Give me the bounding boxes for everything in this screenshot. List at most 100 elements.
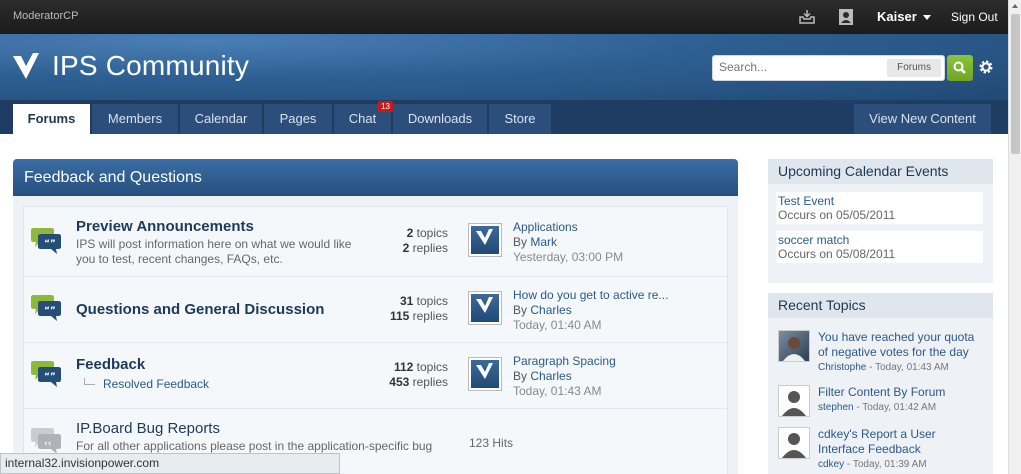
default-avatar-icon	[782, 433, 806, 458]
search-button[interactable]	[947, 55, 973, 81]
last-post-title-link[interactable]: Applications	[513, 220, 623, 235]
sign-out-link[interactable]: Sign Out	[951, 10, 998, 24]
block-header: Recent Topics	[768, 293, 993, 318]
topic-item: Filter Content By Forum stephen - Today,…	[776, 385, 986, 421]
author-link[interactable]: Charles	[530, 303, 571, 317]
avatar[interactable]: Charles	[468, 357, 522, 391]
replies-label: replies	[412, 309, 448, 323]
category-body: “” Preview Announcements IPS will post i…	[13, 196, 738, 474]
topic-title-link[interactable]: cdkey's Report a User Interface Feedback	[818, 427, 936, 456]
svg-text:‹‹: ‹‹	[44, 439, 51, 449]
forum-bubble-icon: “”	[31, 361, 61, 387]
main-nav: Forums Members Calendar Pages Chat 13 Dow…	[0, 100, 1008, 134]
reply-count: 2	[402, 241, 410, 255]
last-post-author: By Charles	[513, 369, 616, 384]
view-new-content-label: View New Content	[869, 111, 976, 126]
topic-title-link[interactable]: Filter Content By Forum	[818, 385, 945, 399]
forum-list: “” Preview Announcements IPS will post i…	[23, 206, 728, 474]
event-item: soccer match Occurs on 05/08/2011	[776, 231, 983, 263]
reply-count: 115	[389, 309, 410, 323]
vertical-scrollbar[interactable]	[1008, 0, 1021, 474]
last-post-info: Applications By Mark Yesterday, 03:00 PM	[513, 220, 623, 265]
forum-stats: 2 topics 2 replies	[354, 226, 448, 256]
tab-calendar[interactable]: Calendar	[180, 104, 262, 134]
topic-title-link[interactable]: You have reached your quota of negative …	[818, 330, 974, 359]
forum-title-link[interactable]: Feedback	[76, 356, 145, 373]
topic-time: - Today, 01:43 AM	[869, 362, 949, 373]
forum-description: For all other applications please post i…	[76, 439, 433, 453]
event-title-link[interactable]: Test Event	[778, 194, 981, 208]
subforum-link[interactable]: Resolved Feedback	[84, 377, 209, 391]
search-icon	[953, 61, 966, 74]
topic-item: cdkey's Report a User Interface Feedback…	[776, 427, 986, 471]
category-title: Feedback and Questions	[24, 169, 202, 186]
tab-store[interactable]: Store	[489, 104, 551, 134]
topic-count: 31	[399, 294, 414, 308]
moderator-cp-link[interactable]: ModeratorCP	[13, 10, 78, 22]
tab-pages[interactable]: Pages	[264, 104, 332, 134]
forum-title-link[interactable]: Questions and General Discussion	[76, 301, 324, 318]
tab-label: Downloads	[407, 111, 473, 126]
topic-meta: stephen - Today, 01:42 AM	[818, 400, 984, 415]
gear-icon[interactable]	[978, 59, 994, 75]
last-post-title-link[interactable]: How do you get to active re...	[513, 288, 668, 303]
user-photo-icon	[783, 337, 805, 361]
user-name: Kaiser	[877, 9, 917, 24]
forum-title-link[interactable]: Preview Announcements	[76, 218, 254, 235]
tab-forums[interactable]: Forums	[13, 104, 90, 134]
avatar[interactable]: Charles	[468, 291, 522, 325]
topic-meta: cdkey - Today, 01:39 AM	[818, 457, 984, 472]
forum-row: “” Preview Announcements IPS will post i…	[24, 207, 727, 277]
block-header: Upcoming Calendar Events	[768, 159, 993, 184]
author-link[interactable]: cdkey	[818, 459, 844, 470]
topic-time: - Today, 01:39 AM	[846, 459, 927, 470]
forum-title-link[interactable]: IP.Board Bug Reports	[76, 420, 220, 437]
category-header[interactable]: Feedback and Questions	[13, 159, 738, 196]
topics-label: topics	[416, 294, 448, 308]
main-content: Feedback and Questions “” Preview Announ…	[0, 134, 1008, 474]
author-link[interactable]: Mark	[530, 235, 557, 249]
topic-time: - Today, 01:42 AM	[856, 402, 937, 413]
default-avatar-icon	[782, 391, 806, 416]
avatar[interactable]	[778, 330, 810, 362]
site-logo-text[interactable]: IPS Community	[52, 50, 249, 82]
scrollbar-thumb[interactable]	[1011, 14, 1020, 154]
search-input[interactable]	[719, 60, 879, 74]
tab-members[interactable]: Members	[92, 104, 178, 134]
tab-label: Store	[504, 111, 536, 126]
last-post-title-link[interactable]: Paragraph Spacing	[513, 354, 616, 369]
avatar[interactable]	[778, 427, 810, 459]
inbox-icon[interactable]	[798, 8, 816, 26]
topics-label: topics	[416, 360, 448, 374]
profile-card-icon[interactable]	[837, 8, 855, 26]
author-link[interactable]: stephen	[818, 402, 854, 413]
last-post-time: Today, 01:43 AM	[513, 384, 602, 398]
tab-chat[interactable]: Chat 13	[334, 101, 393, 134]
tab-label: Forums	[27, 111, 76, 126]
by-prefix: By	[513, 369, 528, 383]
calendar-events-block: Upcoming Calendar Events Test Event Occu…	[768, 159, 993, 283]
status-url: internal32.invisionpower.com	[5, 456, 160, 470]
author-link[interactable]: Charles	[530, 369, 571, 383]
topic-count: 2	[406, 226, 414, 240]
last-post-info: How do you get to active re... By Charle…	[513, 288, 668, 333]
forum-bubble-icon: “”	[31, 228, 61, 254]
last-post-author: By Charles	[513, 303, 668, 318]
event-title-link[interactable]: soccer match	[778, 233, 981, 247]
view-new-content-button[interactable]: View New Content	[854, 104, 991, 134]
forum-row: “” Feedback Resolved Feedback 112 topics…	[24, 343, 727, 409]
tab-downloads[interactable]: Downloads	[393, 104, 487, 134]
avatar[interactable]	[778, 385, 810, 417]
svg-text:“”: “”	[44, 239, 56, 249]
avatar[interactable]: Mark W	[468, 223, 522, 257]
author-link[interactable]: Christophe	[818, 362, 866, 373]
tab-label: Members	[107, 111, 163, 126]
search-scope-button[interactable]: Forums	[887, 59, 941, 77]
logo-icon[interactable]	[12, 52, 40, 80]
logo-icon	[476, 363, 493, 379]
scroll-up-icon[interactable]	[1012, 4, 1018, 8]
topic-text: Filter Content By Forum stephen - Today,…	[818, 385, 984, 415]
logo-icon	[476, 229, 493, 245]
user-menu[interactable]: Kaiser	[877, 9, 931, 24]
svg-text:“”: “”	[44, 372, 56, 382]
